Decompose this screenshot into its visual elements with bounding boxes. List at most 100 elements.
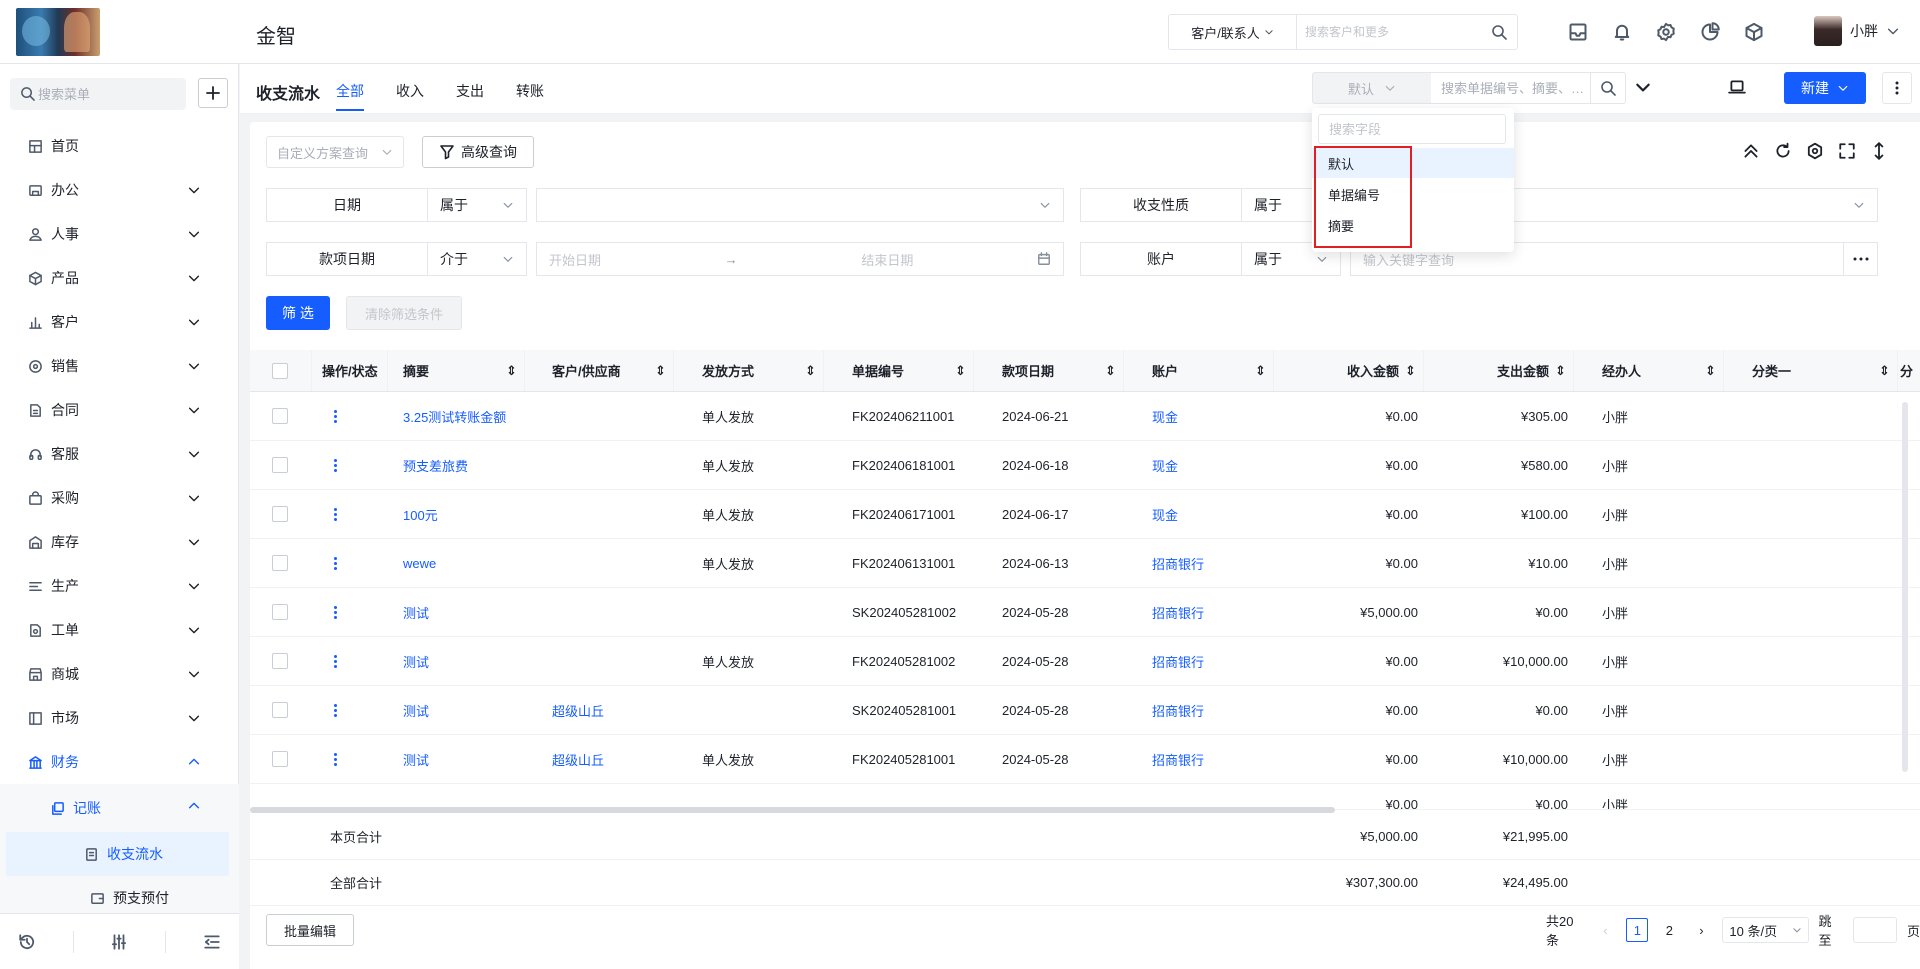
col-method[interactable]: 发放方式 ⇕: [702, 350, 824, 391]
sort-icon[interactable]: ⇕: [805, 363, 816, 379]
prev-page-icon[interactable]: ‹: [1594, 918, 1616, 942]
app-logo[interactable]: [16, 8, 100, 56]
row-checkbox[interactable]: [272, 555, 288, 571]
cell-summary[interactable]: 测试: [403, 735, 429, 783]
settings-icon[interactable]: [1806, 142, 1824, 160]
table-row[interactable]: 3.25测试转账金额 单人发放 FK202406211001 2024-06-2…: [250, 392, 1920, 441]
sort-icon[interactable]: ⇕: [1405, 363, 1416, 379]
col-partner[interactable]: 客户/供应商 ⇕: [552, 350, 674, 391]
bulk-edit-button[interactable]: 批量编辑: [266, 914, 354, 946]
row-checkbox[interactable]: [272, 702, 288, 718]
refresh-icon[interactable]: [1774, 142, 1792, 160]
cell-account[interactable]: 现金: [1152, 490, 1178, 538]
sort-icon[interactable]: ⇕: [955, 363, 966, 379]
pie-chart-icon[interactable]: [1700, 22, 1720, 42]
sort-icon[interactable]: ⇕: [1879, 363, 1890, 379]
col-expense[interactable]: 支出金额 ⇕: [1452, 350, 1574, 391]
box-icon[interactable]: [1744, 22, 1764, 42]
avatar[interactable]: [1814, 16, 1842, 46]
fullscreen-icon[interactable]: [1838, 142, 1856, 160]
sidebar-item-finance[interactable]: 财务: [0, 740, 239, 784]
expand-down-icon[interactable]: [1634, 78, 1652, 96]
sliders-icon[interactable]: [110, 933, 128, 951]
sidebar-item-service[interactable]: 客服: [0, 432, 239, 476]
cell-summary[interactable]: 测试: [403, 637, 429, 685]
row-actions-icon[interactable]: [334, 556, 337, 570]
select-all-checkbox[interactable]: [272, 362, 288, 379]
date-range-picker[interactable]: 开始日期 → 结束日期: [536, 242, 1064, 276]
doc-search-input[interactable]: [1441, 73, 1591, 103]
table-row[interactable]: wewe 单人发放 FK202406131001 2024-06-13 招商银行…: [250, 539, 1920, 588]
row-checkbox[interactable]: [272, 604, 288, 620]
cell-summary[interactable]: wewe: [403, 539, 436, 587]
cell-summary[interactable]: 测试: [403, 588, 429, 636]
row-actions-icon[interactable]: [334, 654, 337, 668]
page-size-select[interactable]: 10 条/页: [1722, 917, 1809, 943]
sidebar-item-purchase[interactable]: 采购: [0, 476, 239, 520]
cell-summary[interactable]: 100元: [403, 490, 438, 538]
table-row[interactable]: 测试 SK202405281002 2024-05-28 招商银行 ¥5,000…: [250, 588, 1920, 637]
advanced-search-button[interactable]: 高级查询: [422, 136, 534, 168]
row-checkbox[interactable]: [272, 457, 288, 473]
scheme-select[interactable]: 自定义方案查询: [266, 136, 404, 168]
chevron-down-icon[interactable]: [1886, 24, 1900, 38]
start-date-input[interactable]: 开始日期: [549, 250, 601, 269]
customer-type-select[interactable]: 客户/联系人: [1168, 14, 1296, 50]
col-handler[interactable]: 经办人 ⇕: [1602, 350, 1724, 391]
row-actions-icon[interactable]: [334, 458, 337, 472]
search-icon[interactable]: [1491, 24, 1507, 40]
tab-income[interactable]: 收入: [396, 81, 424, 101]
row-height-icon[interactable]: [1870, 142, 1888, 160]
jump-page-input[interactable]: [1853, 917, 1897, 943]
sort-icon[interactable]: ⇕: [655, 363, 666, 379]
monitor-icon[interactable]: [1728, 78, 1746, 96]
collapse-up-icon[interactable]: [1742, 142, 1760, 160]
sidebar-item-home[interactable]: 首页: [0, 124, 239, 168]
table-row[interactable]: 测试 超级山丘 SK202405281001 2024-05-28 招商银行 ¥…: [250, 686, 1920, 735]
user-menu[interactable]: 小胖: [1814, 16, 1900, 46]
history-icon[interactable]: [18, 933, 36, 951]
sidebar-item-contract[interactable]: 合同: [0, 388, 239, 432]
page-1[interactable]: 1: [1626, 918, 1649, 942]
table-row[interactable]: 预支差旅费 单人发放 FK202406181001 2024-06-18 现金 …: [250, 441, 1920, 490]
row-checkbox[interactable]: [272, 506, 288, 522]
global-search[interactable]: [1296, 14, 1518, 50]
more-actions-button[interactable]: [1882, 72, 1912, 104]
sidebar-item-inventory[interactable]: 库存: [0, 520, 239, 564]
cell-account[interactable]: 现金: [1152, 392, 1178, 440]
cell-account[interactable]: 现金: [1152, 441, 1178, 489]
sidebar-item-product[interactable]: 产品: [0, 256, 239, 300]
cell-partner[interactable]: 超级山丘: [552, 735, 604, 783]
cell-summary[interactable]: 3.25测试转账金额: [403, 392, 506, 440]
sidebar-item-customer[interactable]: 客户: [0, 300, 239, 344]
next-page-icon[interactable]: ›: [1690, 918, 1712, 942]
table-row[interactable]: 100元 单人发放 FK202406171001 2024-06-17 现金 ¥…: [250, 490, 1920, 539]
row-checkbox[interactable]: [272, 751, 288, 767]
sidebar-item-store[interactable]: 商城: [0, 652, 239, 696]
dropdown-option-default[interactable]: 默认: [1312, 148, 1514, 178]
sidebar-item-hr[interactable]: 人事: [0, 212, 239, 256]
menu-search[interactable]: [10, 78, 186, 110]
table-row[interactable]: 测试 单人发放 FK202405281002 2024-05-28 招商银行 ¥…: [250, 637, 1920, 686]
row-checkbox[interactable]: [272, 408, 288, 424]
sidebar-item-bookkeeping[interactable]: 记账: [12, 784, 239, 832]
tab-expense[interactable]: 支出: [456, 81, 484, 101]
add-menu-button[interactable]: [198, 78, 228, 108]
filter-payment-date-operator[interactable]: 介于: [427, 242, 527, 276]
horizontal-scrollbar[interactable]: [250, 807, 1335, 813]
sidebar-item-sales[interactable]: 销售: [0, 344, 239, 388]
row-checkbox[interactable]: [272, 653, 288, 669]
sort-icon[interactable]: ⇕: [1255, 363, 1266, 379]
tab-all[interactable]: 全部: [336, 81, 364, 111]
col-summary[interactable]: 摘要 ⇕: [403, 350, 525, 391]
sidebar-item-market[interactable]: 市场: [0, 696, 239, 740]
cell-partner[interactable]: 超级山丘: [552, 686, 604, 734]
sidebar-item-production[interactable]: 生产: [0, 564, 239, 608]
account-more-button[interactable]: [1843, 242, 1878, 276]
row-actions-icon[interactable]: [334, 703, 337, 717]
doc-search-button[interactable]: [1590, 72, 1626, 104]
sidebar-item-office[interactable]: 办公: [0, 168, 239, 212]
row-actions-icon[interactable]: [334, 507, 337, 521]
bell-icon[interactable]: [1612, 22, 1632, 42]
end-date-input[interactable]: 结束日期: [861, 250, 913, 269]
